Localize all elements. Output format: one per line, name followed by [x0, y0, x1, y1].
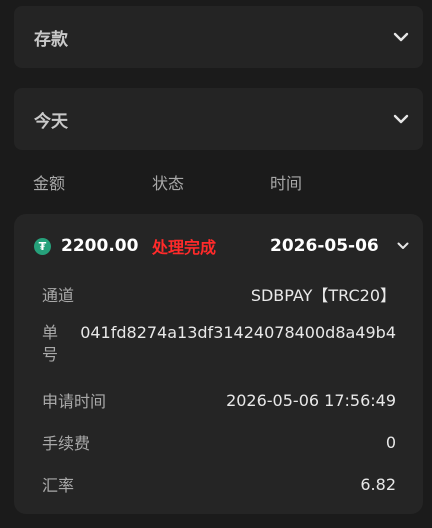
- status-column-header: 状态: [152, 174, 185, 193]
- order-number-label: 单号: [42, 323, 59, 364]
- transaction-type-dropdown[interactable]: 存款: [14, 6, 423, 68]
- detail-row-channel: 通道 SDBPAY【TRC20】: [42, 280, 396, 308]
- time-column-header: 时间: [270, 174, 303, 193]
- channel-value: SDBPAY【TRC20】: [250, 286, 396, 305]
- amount-column-header: 金额: [33, 174, 66, 193]
- detail-row-request-time: 申请时间 2026-05-06 17:56:49: [42, 386, 396, 414]
- tether-icon: ₮: [34, 237, 51, 255]
- fee-label: 手续费: [42, 434, 91, 453]
- transaction-summary-row[interactable]: ₮ 2200.00 处理完成 2026-05-06: [14, 214, 423, 278]
- date-range-dropdown[interactable]: 今天: [14, 88, 423, 150]
- chevron-down-icon: [393, 114, 409, 124]
- transaction-type-label: 存款: [34, 29, 68, 50]
- exchange-rate-value: 6.82: [360, 474, 396, 494]
- transaction-status: 处理完成: [152, 238, 217, 257]
- chevron-down-icon: [393, 32, 409, 42]
- detail-row-order-number: 单号 041fd8274a13df31424078400d8a49b4: [42, 322, 396, 372]
- transaction-details: 通道 SDBPAY【TRC20】 单号 041fd8274a13df314240…: [14, 280, 423, 498]
- detail-row-fee: 手续费 0: [42, 428, 396, 456]
- fee-value: 0: [385, 432, 396, 452]
- channel-label: 通道: [42, 286, 75, 305]
- exchange-rate-label: 汇率: [42, 476, 75, 495]
- transaction-record-card: ₮ 2200.00 处理完成 2026-05-06 通道 SDBPAY【TRC2…: [14, 214, 423, 514]
- deposit-history-page: 存款 今天 金额 状态 时间 ₮ 2200.00 处理完成 2026-05-06…: [0, 0, 432, 528]
- request-time-label: 申请时间: [42, 392, 107, 411]
- transaction-date: 2026-05-06: [270, 236, 379, 256]
- date-range-label: 今天: [34, 111, 68, 132]
- request-time-value: 2026-05-06 17:56:49: [226, 390, 396, 410]
- detail-row-exchange-rate: 汇率 6.82: [42, 470, 396, 498]
- column-headers: 金额 状态 时间: [14, 150, 423, 214]
- chevron-down-icon[interactable]: [397, 242, 409, 250]
- transaction-amount: 2200.00: [61, 236, 139, 256]
- order-number-value: 041fd8274a13df31424078400d8a49b4: [80, 323, 396, 342]
